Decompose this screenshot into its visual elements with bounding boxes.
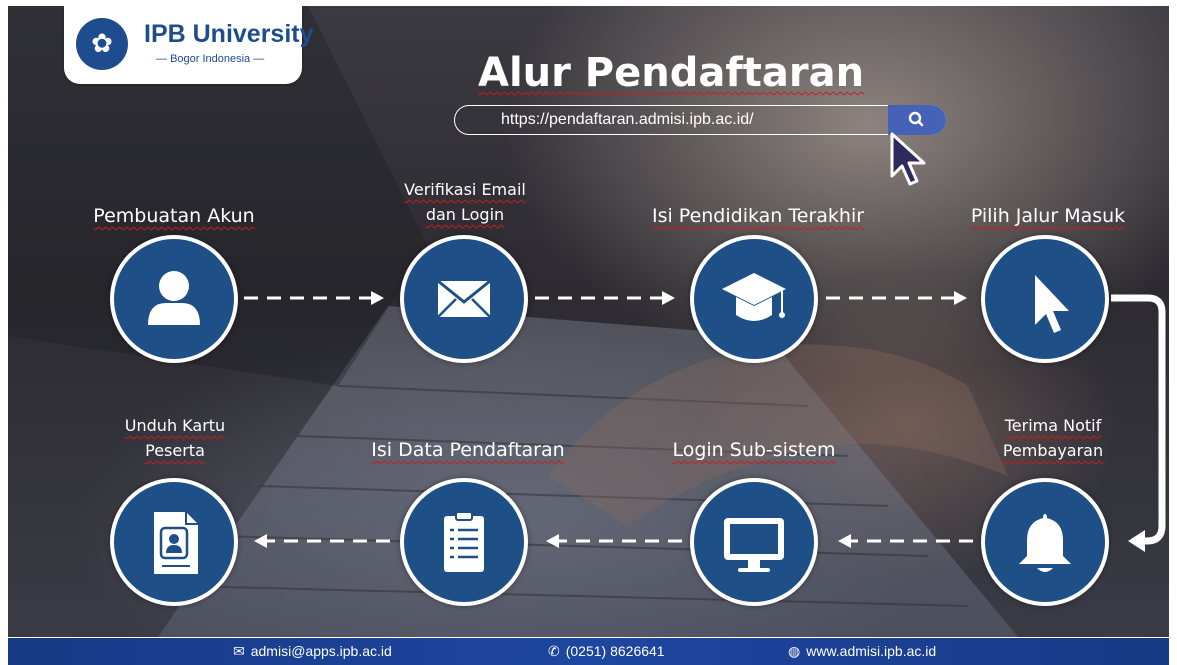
mail-icon: ✉ — [233, 643, 245, 659]
cursor-icon — [1035, 275, 1069, 333]
step-8-label: Unduh Kartu Peserta — [124, 416, 226, 460]
slide: ✿ IPB University — Bogor Indonesia — Alu… — [8, 6, 1169, 637]
footer-phone-text: (0251) 8626641 — [565, 643, 665, 659]
footer-phone: ✆ (0251) 8626641 — [548, 643, 665, 660]
step-6-circle — [690, 478, 818, 606]
step-7-label: Isi Data Pendaftaran — [371, 439, 565, 461]
step-3-label: Isi Pendidikan Terakhir — [651, 205, 865, 227]
clipboard-icon — [444, 511, 484, 572]
step-5-label: Terima Notif Pembayaran — [1002, 416, 1104, 460]
footer-email-text: admisi@apps.ipb.ac.id — [250, 643, 392, 659]
step-8-circle — [110, 478, 238, 606]
step-2-label: Verifikasi Email dan Login — [404, 180, 526, 224]
step-2-circle — [400, 235, 528, 363]
footer-website-text: www.admisi.ipb.ac.id — [806, 643, 937, 659]
step-5-circle — [981, 478, 1109, 606]
step-6-label: Login Sub-sistem — [672, 439, 836, 461]
user-icon — [148, 271, 200, 325]
step-3-circle — [690, 235, 818, 363]
bell-icon — [1019, 514, 1071, 572]
step-1-label: Pembuatan Akun — [93, 205, 255, 227]
step-4-circle — [981, 235, 1109, 363]
footer-email: ✉ admisi@apps.ipb.ac.id — [233, 643, 392, 660]
footer-website: ◍ www.admisi.ipb.ac.id — [788, 643, 936, 660]
phone-icon: ✆ — [548, 643, 560, 659]
footer-bar: ✉ admisi@apps.ipb.ac.id ✆ (0251) 8626641 ◍… — [8, 638, 1169, 665]
graduation-cap-icon — [722, 273, 786, 321]
globe-icon: ◍ — [788, 643, 801, 659]
envelope-icon — [437, 279, 491, 318]
step-7-circle — [400, 478, 528, 606]
monitor-icon — [724, 518, 784, 572]
step-4-label: Pilih Jalur Masuk — [970, 205, 1126, 227]
step-1-circle — [110, 235, 238, 363]
id-card-icon — [154, 512, 198, 574]
